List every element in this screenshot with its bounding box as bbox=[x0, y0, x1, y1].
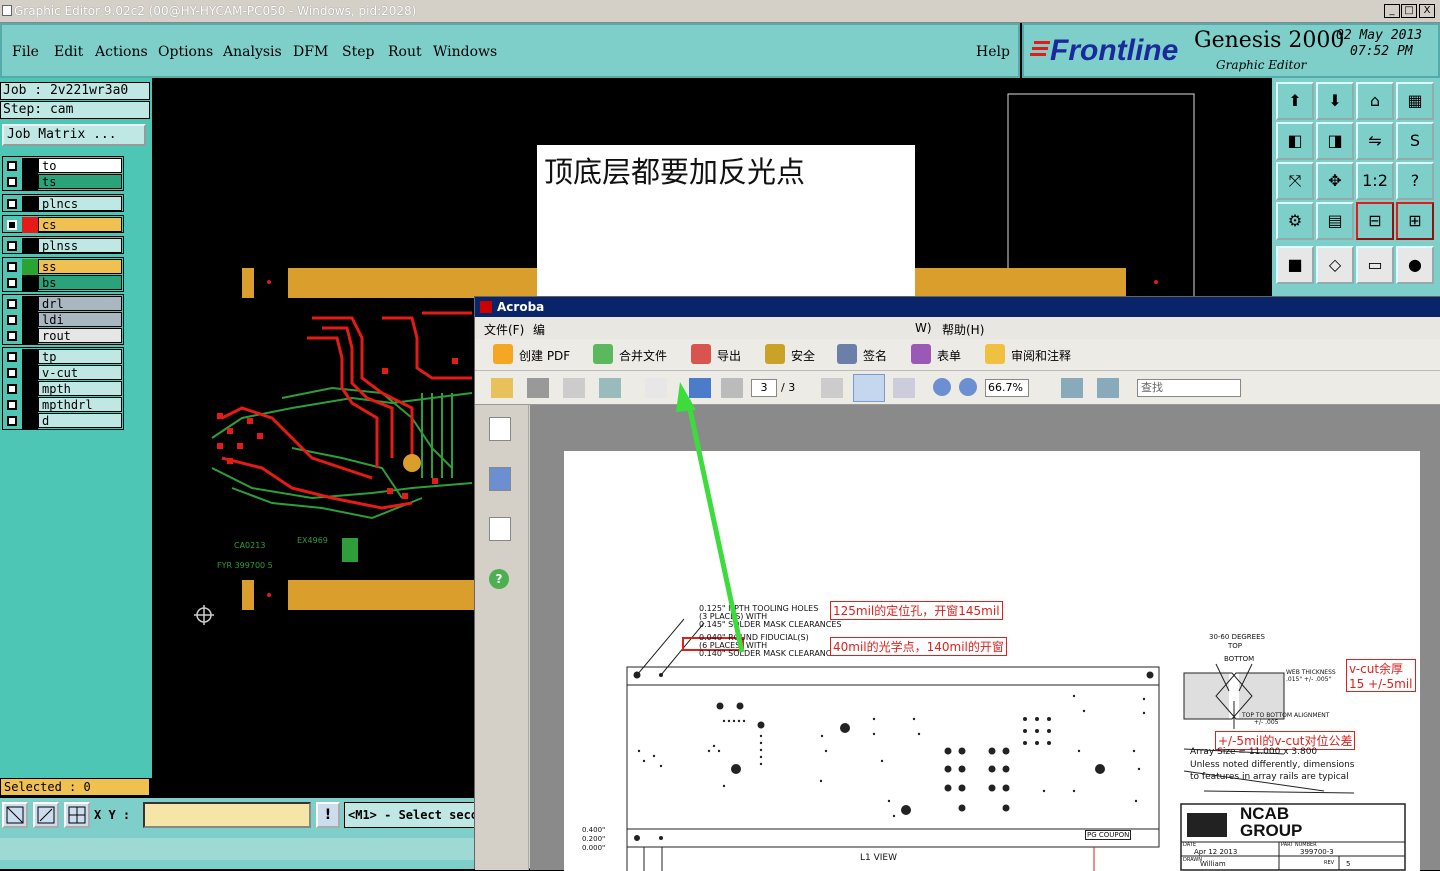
green-arrow-annotation bbox=[676, 382, 745, 653]
